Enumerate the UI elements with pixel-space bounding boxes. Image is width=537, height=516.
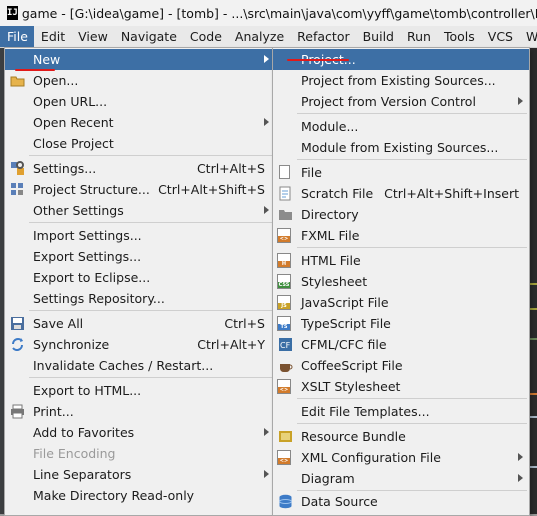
submenu-arrow-icon [264,55,269,63]
menu-separator [29,155,273,156]
new-module[interactable]: Module... [273,116,529,137]
file-open-url[interactable]: Open URL... [5,91,275,112]
menu-navigate[interactable]: Navigate [114,26,183,47]
new-project-from-vcs[interactable]: Project from Version Control [273,91,529,112]
new-submenu: Project... Project from Existing Sources… [272,47,530,516]
file-settings[interactable]: Settings... Ctrl+Alt+S [5,158,275,179]
file-synchronize[interactable]: Synchronize Ctrl+Alt+Y [5,334,275,355]
xslt-file-icon: <> [277,379,291,394]
file-other-settings[interactable]: Other Settings [5,200,275,221]
file-settings-repository[interactable]: Settings Repository... [5,288,275,309]
menu-analyze[interactable]: Analyze [228,26,290,47]
submenu-arrow-icon [518,474,523,482]
submenu-arrow-icon [264,470,269,478]
new-project-existing-sources[interactable]: Project from Existing Sources... [273,70,529,91]
folder-icon [278,207,293,222]
new-coffeescript-file[interactable]: CoffeeScript File [273,355,529,376]
menu-vcs[interactable]: VCS [481,26,519,47]
file-invalidate-caches[interactable]: Invalidate Caches / Restart... [5,355,275,376]
javascript-file-icon: JS [277,295,291,310]
cfml-file-icon: CF [278,337,293,352]
file-save-all[interactable]: Save All Ctrl+S [5,313,275,334]
new-html-file[interactable]: H HTML File [273,250,529,271]
file-new[interactable]: New [5,49,275,70]
menu-run[interactable]: Run [400,26,437,47]
submenu-arrow-icon [264,206,269,214]
menu-separator [297,423,527,424]
new-directory[interactable]: Directory [273,204,529,225]
menu-file[interactable]: File [0,26,34,47]
new-fxml-file[interactable]: <> FXML File [273,225,529,246]
typescript-file-icon: TS [277,316,291,331]
submenu-arrow-icon [264,428,269,436]
intellij-app-icon: IJ [7,6,18,20]
menu-window[interactable]: Windo [519,26,537,47]
file-make-read-only[interactable]: Make Directory Read-only [5,485,275,506]
coffeescript-file-icon [278,358,293,373]
file-open-recent[interactable]: Open Recent [5,112,275,133]
file-line-separators[interactable]: Line Separators [5,464,275,485]
file-export-eclipse[interactable]: Export to Eclipse... [5,267,275,288]
xml-file-icon: <> [277,450,291,465]
file-export-html[interactable]: Export to HTML... [5,380,275,401]
new-scratch-file[interactable]: Scratch File Ctrl+Alt+Shift+Insert [273,183,529,204]
html-file-icon: H [277,253,291,268]
file-open[interactable]: Open... [5,70,275,91]
svg-text:CF: CF [280,341,291,350]
fxml-file-icon: <> [277,228,291,243]
menu-separator [29,377,273,378]
new-typescript-file[interactable]: TS TypeScript File [273,313,529,334]
file-project-structure[interactable]: Project Structure... Ctrl+Alt+Shift+S [5,179,275,200]
submenu-arrow-icon [518,453,523,461]
menu-view[interactable]: View [71,26,114,47]
new-cfml-file[interactable]: CF CFML/CFC file [273,334,529,355]
resource-bundle-icon [278,429,293,444]
submenu-arrow-icon [264,118,269,126]
menu-separator [297,159,527,160]
menu-tools[interactable]: Tools [437,26,481,47]
folder-open-icon [10,73,25,88]
new-resource-bundle[interactable]: Resource Bundle [273,426,529,447]
file-export-settings[interactable]: Export Settings... [5,246,275,267]
menu-build[interactable]: Build [356,26,400,47]
menu-bar: File Edit View Navigate Code Analyze Ref… [0,26,537,48]
menu-code[interactable]: Code [183,26,228,47]
new-file[interactable]: File [273,162,529,183]
window-title-bar: IJ game - [G:\idea\game] - [tomb] - ...\… [0,0,537,26]
file-print[interactable]: Print... [5,401,275,422]
new-diagram[interactable]: Diagram [273,468,529,489]
new-stylesheet[interactable]: CSS Stylesheet [273,271,529,292]
printer-icon [10,404,25,419]
new-module-existing-sources[interactable]: Module from Existing Sources... [273,137,529,158]
window-title: game - [G:\idea\game] - [tomb] - ...\src… [21,5,537,21]
css-file-icon: CSS [277,274,291,289]
new-xml-configuration-file[interactable]: <> XML Configuration File [273,447,529,468]
scratch-file-icon [278,186,293,201]
file-add-to-favorites[interactable]: Add to Favorites [5,422,275,443]
file-menu: New Open... Open URL... Open Recent Clos… [4,47,276,516]
settings-wrench-icon [10,161,25,176]
menu-separator [29,310,273,311]
file-icon [279,165,290,179]
new-data-source[interactable]: Data Source [273,491,529,512]
red-underline-annotation [287,59,349,61]
sync-arrows-icon [10,337,25,352]
menu-separator [29,222,273,223]
menu-separator [297,247,527,248]
file-close-project[interactable]: Close Project [5,133,275,154]
project-structure-icon [10,182,25,197]
menu-edit[interactable]: Edit [34,26,71,47]
file-import-settings[interactable]: Import Settings... [5,225,275,246]
menu-separator [297,113,527,114]
submenu-arrow-icon [518,97,523,105]
new-javascript-file[interactable]: JS JavaScript File [273,292,529,313]
database-icon [278,494,293,509]
file-encoding: File Encoding [33,446,116,461]
menu-separator [297,398,527,399]
menu-refactor[interactable]: Refactor [290,26,355,47]
save-disk-icon [10,316,25,331]
new-xslt-stylesheet[interactable]: <> XSLT Stylesheet [273,376,529,397]
new-edit-file-templates[interactable]: Edit File Templates... [273,401,529,422]
